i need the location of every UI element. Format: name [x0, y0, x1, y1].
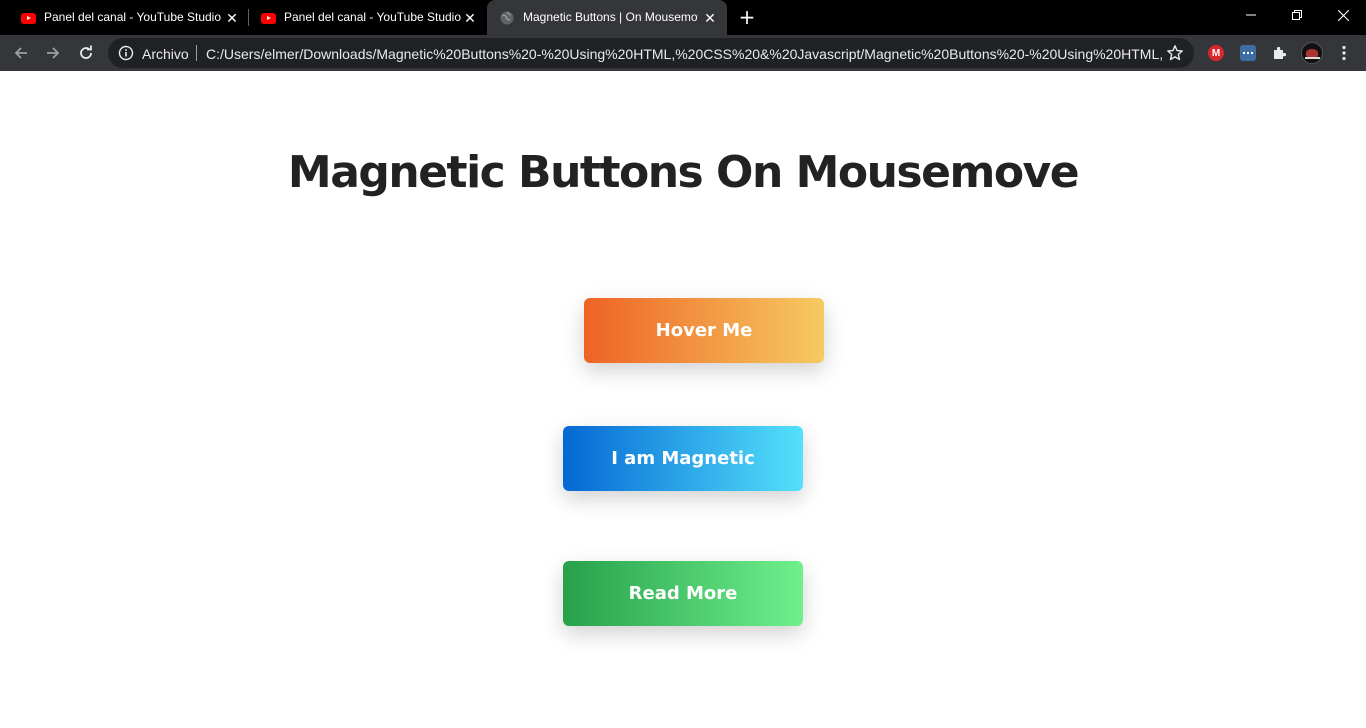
puzzle-icon [1274, 46, 1287, 59]
avatar [1301, 42, 1323, 64]
browser-tab-2[interactable]: Panel del canal - YouTube Studio ✕ [248, 0, 486, 35]
info-icon[interactable] [118, 45, 134, 61]
hover-me-button[interactable]: Hover Me [584, 298, 824, 363]
new-tab-button[interactable]: + [736, 7, 758, 29]
forward-button[interactable] [40, 41, 66, 65]
globe-icon [499, 10, 515, 26]
youtube-icon [20, 10, 36, 26]
origin-chip[interactable]: Archivo [142, 46, 189, 62]
browser-tab-1[interactable]: Panel del canal - YouTube Studio ✕ [8, 0, 246, 35]
close-tab-icon[interactable]: ✕ [461, 9, 479, 27]
browser-tab-active[interactable]: Magnetic Buttons | On Mousemove ✕ [487, 0, 727, 35]
kebab-menu-icon [1342, 45, 1346, 61]
mega-icon: M [1208, 45, 1224, 61]
mega-extension-button[interactable]: M [1206, 43, 1226, 63]
page-content: Magnetic Buttons On Mousemove Hover Me I… [0, 71, 1366, 728]
back-button[interactable] [8, 41, 34, 65]
close-tab-icon[interactable]: ✕ [701, 9, 719, 27]
chip-divider [196, 45, 197, 61]
arrow-right-icon [47, 47, 60, 59]
url-text[interactable]: C:/Users/elmer/Downloads/Magnetic%20Butt… [206, 46, 1164, 62]
reload-button[interactable] [73, 41, 99, 65]
bookmark-star-icon[interactable] [1166, 44, 1184, 62]
password-extension-button[interactable] [1238, 43, 1258, 63]
arrow-left-icon [14, 47, 27, 59]
page-title: Magnetic Buttons On Mousemove [287, 147, 1080, 198]
reload-icon [80, 45, 92, 59]
close-tab-icon[interactable]: ✕ [223, 9, 241, 27]
dots-extension-icon [1240, 45, 1256, 61]
youtube-icon [260, 10, 276, 26]
minimize-icon [1246, 14, 1256, 16]
tab-strip: Panel del canal - YouTube Studio ✕ Panel… [0, 0, 1366, 35]
restore-icon [1292, 10, 1302, 20]
magnetic-button[interactable]: I am Magnetic [563, 426, 803, 491]
browser-menu-button[interactable] [1334, 43, 1354, 63]
tab-title: Panel del canal - YouTube Studio [284, 10, 462, 24]
tab-title: Magnetic Buttons | On Mousemove [523, 10, 698, 24]
profile-button[interactable] [1300, 41, 1324, 65]
browser-toolbar: Archivo C:/Users/elmer/Downloads/Magneti… [0, 35, 1366, 71]
address-bar[interactable]: Archivo C:/Users/elmer/Downloads/Magneti… [108, 38, 1194, 68]
close-window-button[interactable] [1320, 0, 1366, 30]
restore-button[interactable] [1274, 0, 1320, 30]
minimize-button[interactable] [1228, 0, 1274, 30]
tab-title: Panel del canal - YouTube Studio [44, 10, 222, 24]
read-more-button[interactable]: Read More [563, 561, 803, 626]
extensions-button[interactable] [1270, 43, 1290, 63]
close-icon [1337, 9, 1349, 21]
